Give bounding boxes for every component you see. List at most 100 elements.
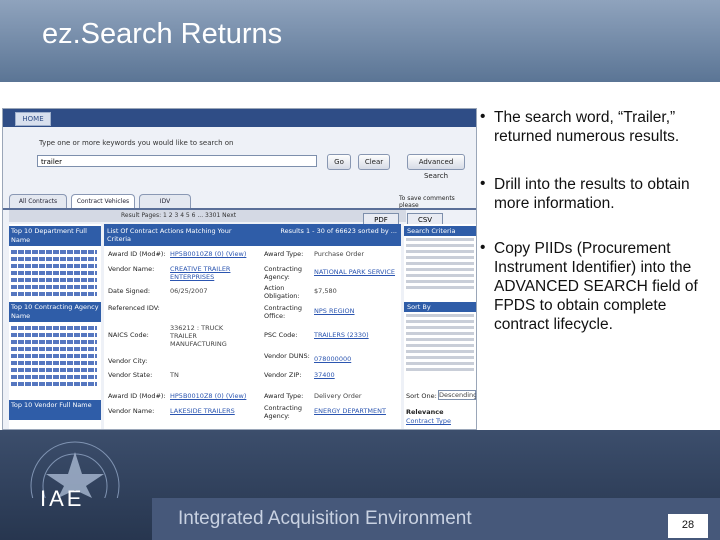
results-count: Results 1 - 30 of 66623 sorted by ... bbox=[280, 227, 397, 235]
facet-link[interactable] bbox=[11, 271, 97, 275]
date-signed-value: 06/25/2007 bbox=[170, 287, 208, 295]
bullet-dot-icon: • bbox=[480, 175, 486, 192]
criteria-text bbox=[406, 368, 474, 371]
facet-link[interactable] bbox=[11, 292, 97, 296]
field-label: Vendor ZIP: bbox=[264, 371, 302, 379]
field-label: Vendor City: bbox=[108, 357, 148, 365]
page-number-box: 28 bbox=[668, 514, 708, 538]
facet-link[interactable] bbox=[11, 361, 97, 365]
naics-value: 336212 : TRUCK TRAILER MANUFACTURING bbox=[170, 324, 227, 348]
field-label: Award ID (Mod#): bbox=[108, 392, 166, 400]
facet-link[interactable] bbox=[11, 340, 97, 344]
facet-link[interactable] bbox=[11, 250, 97, 254]
search-criteria-header: Search Criteria bbox=[404, 226, 476, 236]
agency-link[interactable]: ENERGY DEPARTMENT bbox=[314, 407, 386, 415]
office-link[interactable]: NPS REGION bbox=[314, 307, 355, 315]
advanced-search-button[interactable]: Advanced Search bbox=[407, 154, 465, 180]
field-label: Vendor DUNS: bbox=[264, 352, 310, 360]
bullet-text: The search word, “Trailer,” returned num… bbox=[494, 109, 680, 145]
psc-link[interactable]: TRAILERS (2330) bbox=[314, 331, 369, 339]
home-button[interactable]: HOME bbox=[15, 112, 51, 126]
field-label: Award Type: bbox=[264, 250, 304, 258]
facet-agency-header: Top 10 Contracting Agency Name bbox=[9, 302, 101, 322]
criteria-text bbox=[406, 320, 474, 323]
facet-link[interactable] bbox=[11, 285, 97, 289]
facet-link[interactable] bbox=[11, 347, 97, 351]
criteria-text bbox=[406, 280, 474, 283]
tab-contract-vehicles[interactable]: Contract Vehicles bbox=[71, 194, 135, 209]
save-comments-text: To save comments please bbox=[399, 195, 455, 209]
results-header-title: List Of Contract Actions Matching Your C… bbox=[107, 227, 232, 243]
tab-idv[interactable]: IDV bbox=[139, 194, 191, 209]
field-label: Vendor State: bbox=[108, 371, 153, 379]
bullet-dot-icon: • bbox=[480, 239, 486, 256]
criteria-text bbox=[406, 262, 474, 265]
criteria-text bbox=[406, 344, 474, 347]
criteria-text bbox=[406, 332, 474, 335]
field-label: Contracting Office: bbox=[264, 304, 303, 320]
criteria-text bbox=[406, 286, 474, 289]
field-label: Vendor Name: bbox=[108, 407, 155, 415]
sort-by-header: Sort By bbox=[404, 302, 476, 312]
field-label: Referenced IDV: bbox=[108, 304, 160, 312]
award-id-link[interactable]: HP5B0010Z8 (0) (View) bbox=[170, 392, 246, 400]
field-label: Award Type: bbox=[264, 392, 304, 400]
field-label: Date Signed: bbox=[108, 287, 151, 295]
criteria-text bbox=[406, 244, 474, 247]
app-top-bar: HOME bbox=[3, 109, 476, 127]
criteria-text bbox=[406, 314, 474, 317]
tab-all-contracts[interactable]: All Contracts bbox=[9, 194, 67, 209]
result-pages[interactable]: Result Pages: 1 2 3 4 5 6 ... 3301 Next bbox=[121, 212, 236, 219]
left-facet-column: Top 10 Department Full Name Top 10 Contr… bbox=[9, 224, 101, 429]
criteria-text bbox=[406, 326, 474, 329]
relevance-label: Relevance bbox=[406, 408, 444, 416]
facet-link[interactable] bbox=[11, 264, 97, 268]
search-criteria-column: Search Criteria Sort By Sort One: Descen… bbox=[404, 224, 476, 429]
contract-type-link[interactable]: Contract Type bbox=[406, 417, 451, 425]
facet-vendor-header: Top 10 Vendor Full Name bbox=[9, 400, 101, 420]
award-type-value: Delivery Order bbox=[314, 392, 362, 400]
field-label: Vendor Name: bbox=[108, 265, 155, 273]
criteria-text bbox=[406, 250, 474, 253]
page-number: 28 bbox=[681, 519, 695, 531]
facet-link[interactable] bbox=[11, 375, 97, 379]
field-label: Contracting Agency: bbox=[264, 265, 303, 281]
slide-title: ez.Search Returns bbox=[42, 18, 283, 50]
facet-link[interactable] bbox=[11, 257, 97, 261]
facet-link[interactable] bbox=[11, 368, 97, 372]
results-column: List Of Contract Actions Matching Your C… bbox=[104, 224, 401, 429]
field-label: NAICS Code: bbox=[108, 331, 149, 339]
obligation-value: $7,580 bbox=[314, 287, 337, 295]
title-bar: ez.Search Returns bbox=[0, 0, 720, 82]
vendor-name-link[interactable]: CREATIVE TRAILER ENTERPRISES bbox=[170, 265, 250, 281]
field-label: Action Obligation: bbox=[264, 284, 300, 300]
facet-department-header: Top 10 Department Full Name bbox=[9, 226, 101, 246]
footer-text: Integrated Acquisition Environment bbox=[178, 508, 472, 529]
facet-link[interactable] bbox=[11, 382, 97, 386]
criteria-text bbox=[406, 338, 474, 341]
sort-select[interactable]: Descending bbox=[438, 390, 476, 400]
criteria-text bbox=[406, 362, 474, 365]
vendor-name-link[interactable]: LAKESIDE TRAILERS bbox=[170, 407, 235, 415]
facet-link[interactable] bbox=[11, 333, 97, 337]
criteria-text bbox=[406, 274, 474, 277]
bullet-text: Copy PIIDs (Procurement Instrument Ident… bbox=[494, 240, 698, 333]
facet-link[interactable] bbox=[11, 326, 97, 330]
ezsearch-screenshot: HOME Type one or more keywords you would… bbox=[2, 108, 477, 430]
award-id-link[interactable]: HP5B0010Z8 (0) (View) bbox=[170, 250, 246, 258]
go-button[interactable]: Go bbox=[327, 154, 351, 170]
criteria-text bbox=[406, 238, 474, 241]
bullet-dot-icon: • bbox=[480, 108, 486, 125]
clear-button[interactable]: Clear bbox=[358, 154, 390, 170]
facet-link[interactable] bbox=[11, 354, 97, 358]
agency-link[interactable]: NATIONAL PARK SERVICE bbox=[314, 268, 398, 276]
facet-link[interactable] bbox=[11, 278, 97, 282]
search-input[interactable]: trailer bbox=[37, 155, 317, 167]
duns-link[interactable]: 078000000 bbox=[314, 355, 351, 363]
results-header: List Of Contract Actions Matching Your C… bbox=[104, 224, 401, 246]
field-label: Award ID (Mod#): bbox=[108, 250, 166, 258]
award-type-value: Purchase Order bbox=[314, 250, 365, 258]
criteria-text bbox=[406, 268, 474, 271]
criteria-text bbox=[406, 356, 474, 359]
zip-link[interactable]: 37400 bbox=[314, 371, 335, 379]
